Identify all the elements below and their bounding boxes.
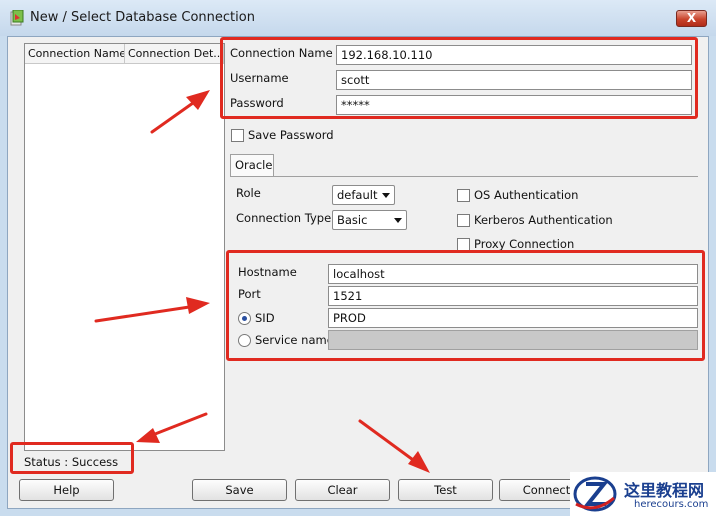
os-authentication-checkbox[interactable] [457, 189, 470, 202]
role-select[interactable]: default [332, 185, 395, 205]
tab-oracle[interactable]: Oracle [230, 154, 274, 176]
chevron-down-icon [382, 193, 390, 198]
column-header-connection-name[interactable]: Connection Name [25, 44, 125, 64]
chevron-down-icon [394, 218, 402, 223]
title-bar: New / Select Database Connection X [0, 0, 716, 36]
save-password-checkbox[interactable] [231, 129, 244, 142]
tab-divider [230, 176, 698, 177]
kerberos-authentication-checkbox[interactable] [457, 214, 470, 227]
annotation-box-connection-details [226, 250, 705, 361]
role-label: Role [236, 186, 261, 200]
connection-type-label: Connection Type [236, 211, 332, 225]
role-select-value: default [337, 188, 378, 202]
watermark-cn-text: 这里教程网 [624, 481, 705, 500]
help-button[interactable]: Help [19, 479, 114, 501]
os-authentication-label: OS Authentication [474, 188, 579, 202]
test-button[interactable]: Test [398, 479, 493, 501]
save-button[interactable]: Save [192, 479, 287, 501]
watermark-en-text: herecours.com [634, 499, 709, 510]
annotation-box-status [10, 442, 134, 474]
save-password-label: Save Password [248, 128, 334, 142]
database-icon [10, 10, 24, 26]
annotation-box-credentials [220, 37, 698, 119]
connection-type-select[interactable]: Basic [332, 210, 407, 230]
window-title: New / Select Database Connection [30, 10, 255, 25]
proxy-connection-label: Proxy Connection [474, 237, 575, 251]
clear-button[interactable]: Clear [295, 479, 390, 501]
watermark-logo-icon [573, 476, 617, 512]
close-button[interactable]: X [676, 10, 707, 27]
connection-list[interactable]: Connection Name Connection Det... [24, 43, 225, 451]
column-header-connection-details[interactable]: Connection Det... [125, 44, 224, 64]
connection-type-value: Basic [337, 213, 368, 227]
kerberos-authentication-label: Kerberos Authentication [474, 213, 613, 227]
watermark: 这里教程网 herecours.com [570, 472, 716, 516]
